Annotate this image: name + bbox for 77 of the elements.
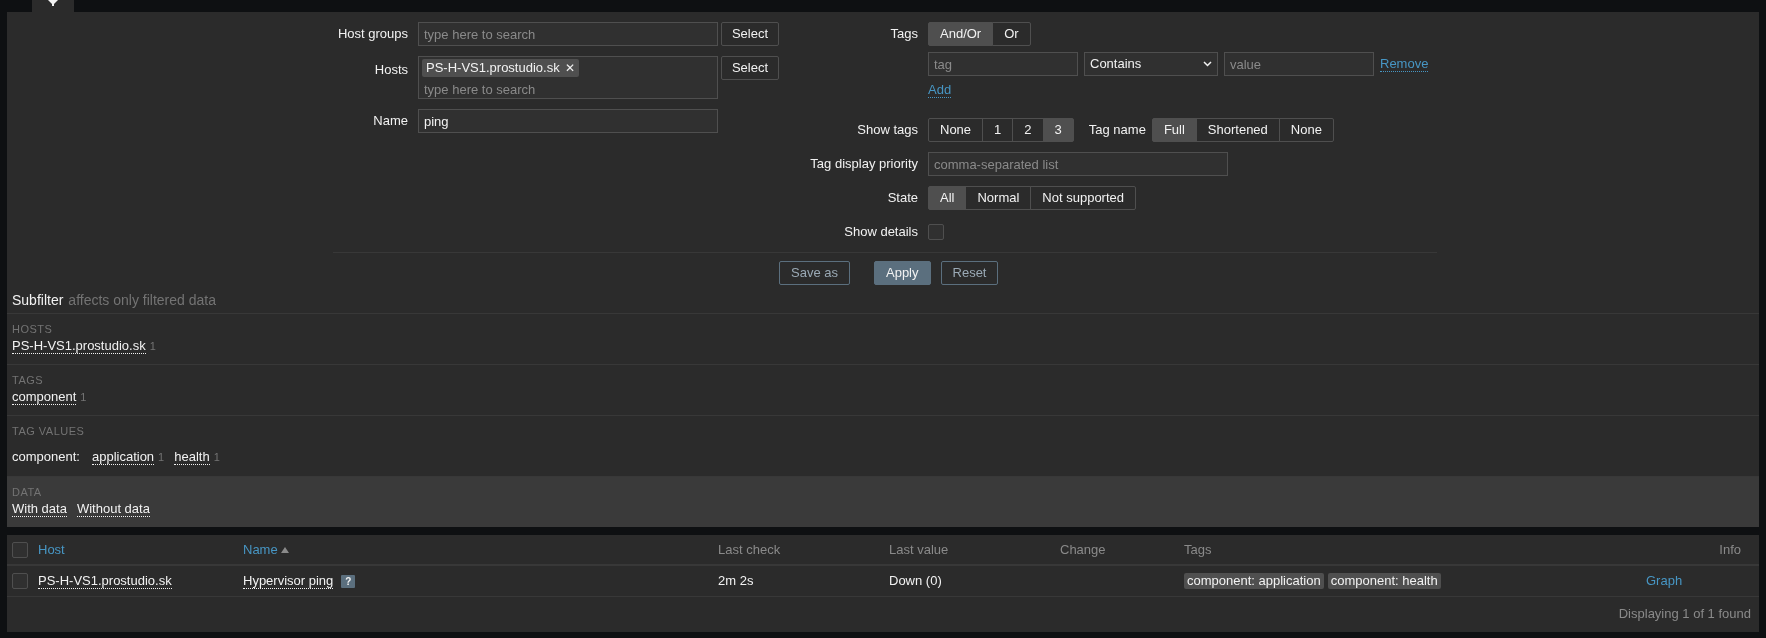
select-button[interactable]: Select <box>721 56 779 80</box>
segment-option[interactable]: Or <box>992 22 1031 46</box>
tag-field[interactable]: tag <box>928 52 1078 76</box>
subfilter-title: Subfilter <box>12 290 64 310</box>
subfilter-link[interactable]: application <box>91 448 155 465</box>
filter-button[interactable]: Save as <box>779 261 850 285</box>
subfilter-link[interactable]: With data <box>12 501 67 517</box>
item-count: 1 <box>149 339 156 354</box>
help-icon[interactable]: ? <box>341 574 356 588</box>
table-cell-text: Down (0) <box>889 572 943 591</box>
segment-option[interactable]: Shortened <box>1195 118 1280 142</box>
checkbox[interactable] <box>928 224 944 240</box>
segment-option[interactable]: Full <box>1151 118 1197 142</box>
subfilter-hint: affects only filtered data <box>68 290 216 310</box>
field-label: Tags <box>889 25 919 44</box>
operator-dropdown[interactable]: Contains <box>1084 52 1218 76</box>
hosts-field[interactable]: PS-H-VS1.prostudio.sk ✕ type here to search <box>418 56 718 99</box>
segment-option[interactable]: 1 <box>982 118 1014 142</box>
segment-option[interactable]: 3 <box>1042 118 1074 142</box>
host-link[interactable]: PS-H-VS1.prostudio.sk <box>38 573 172 589</box>
subfilter-link[interactable]: health <box>174 448 210 465</box>
segment-option[interactable]: Not supported <box>1030 186 1137 210</box>
remove-link[interactable]: Remove <box>1380 56 1429 72</box>
segment-option[interactable]: None <box>1278 118 1334 142</box>
tag-chip: component: health <box>1327 573 1441 589</box>
item-count: 1 <box>80 390 87 405</box>
host-search-input[interactable]: type here to search <box>422 80 714 99</box>
select-button[interactable]: Select <box>721 22 779 46</box>
tag-name: component: <box>12 448 80 466</box>
column-header[interactable]: Host <box>38 539 65 560</box>
item-link[interactable]: Hypervisor ping <box>243 573 334 589</box>
field-label: Show details <box>843 223 919 242</box>
item-count: 1 <box>158 449 165 465</box>
column-header: Last value <box>889 540 949 559</box>
value-field[interactable]: value <box>1224 52 1374 76</box>
field-label: Hosts <box>373 61 409 79</box>
chevron-down-icon <box>1203 61 1212 67</box>
segment-option[interactable]: And/Or <box>928 22 994 46</box>
table-cell-text: 2m 2s <box>718 572 755 591</box>
field-label: Host groups <box>336 25 409 44</box>
section-heading: DATA <box>12 485 43 499</box>
funnel-icon <box>48 0 58 6</box>
section-heading: HOSTS <box>12 322 54 336</box>
filter-tab[interactable] <box>32 0 74 12</box>
segment-option[interactable]: 2 <box>1012 118 1044 142</box>
column-header[interactable]: Name <box>243 539 289 560</box>
column-header: Last check <box>718 540 781 559</box>
filter-button[interactable]: Apply <box>874 261 931 285</box>
section-heading: TAGS <box>12 373 45 387</box>
field-label: Show tags <box>856 121 919 140</box>
item-count: 1 <box>213 449 220 465</box>
field-label: State <box>886 189 919 208</box>
sort-arrow-icon <box>280 546 289 553</box>
host-chip: PS-H-VS1.prostudio.sk ✕ <box>422 59 579 77</box>
subfilter-link[interactable]: component <box>12 389 77 405</box>
field-label: Tag display priority <box>809 155 919 174</box>
tag-priority-field[interactable]: comma-separated list <box>928 152 1228 176</box>
column-header: Tags <box>1184 540 1212 559</box>
name-field[interactable]: ping <box>418 109 718 133</box>
select-all-checkbox[interactable] <box>12 541 28 558</box>
column-header: Change <box>1060 540 1106 559</box>
tag-chip: component: application <box>1184 573 1324 589</box>
section-heading: TAG VALUES <box>12 424 86 438</box>
segment-option[interactable]: None <box>928 118 984 142</box>
host-groups-field[interactable]: type here to search <box>418 22 718 46</box>
pagination-summary: Displaying 1 of 1 found <box>1618 604 1751 623</box>
row-checkbox[interactable] <box>12 573 28 589</box>
subfilter-link[interactable]: Without data <box>76 501 150 517</box>
field-label: Tag name <box>1088 121 1146 140</box>
graph-link[interactable]: Graph <box>1646 571 1683 591</box>
add-link[interactable]: Add <box>928 83 952 98</box>
field-label: Name <box>372 112 409 131</box>
filter-button[interactable]: Reset <box>940 261 999 285</box>
subfilter-link[interactable]: PS-H-VS1.prostudio.sk <box>12 338 146 354</box>
segment-option[interactable]: All <box>928 186 967 210</box>
segment-option[interactable]: Normal <box>965 186 1032 210</box>
column-header: Info <box>1719 540 1741 559</box>
